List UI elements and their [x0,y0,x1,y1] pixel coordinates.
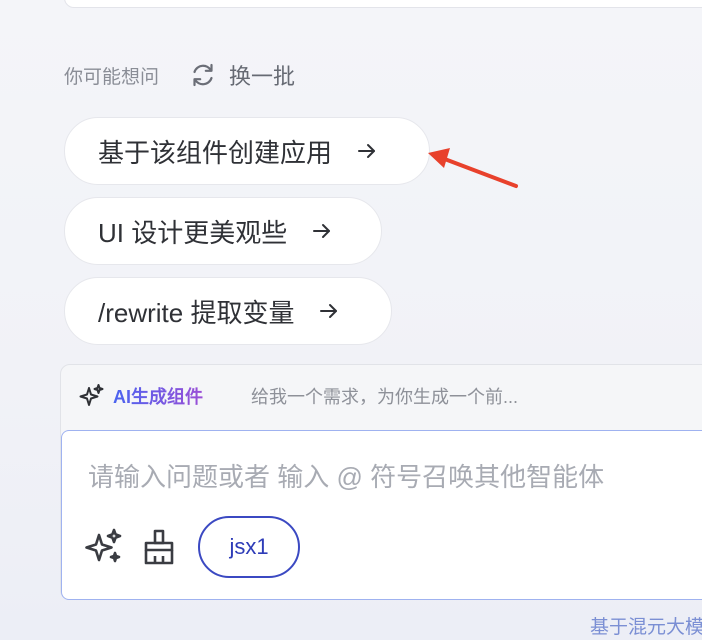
suggestion-label: 基于该组件创建应用 [98,137,333,168]
refresh-label: 换一批 [229,64,296,89]
refresh-suggestions-button[interactable]: 换一批 [189,59,295,91]
agent-bar: AI生成组件 给我一个需求，为你生成一个前... [77,379,518,413]
chat-input-placeholder: 请输入问题或者 输入 @ 符号召唤其他智能体 [88,462,605,492]
arrow-right-icon [356,140,378,162]
suggestions-title: 你可能想问 [64,66,160,88]
sparkle-icon [77,382,105,410]
ai-sparkle-icon[interactable] [82,526,124,568]
suggestion-rewrite[interactable]: /rewrite 提取变量 [64,277,392,345]
previous-message-card [64,0,702,8]
suggestion-label: /rewrite 提取变量 [98,297,295,328]
input-toolbar: jsx1 [82,515,300,579]
arrow-right-icon [318,300,340,322]
context-tag-jsx1[interactable]: jsx1 [198,516,300,578]
arrow-right-icon [311,220,333,242]
chat-input-box[interactable]: 请输入问题或者 输入 @ 符号召唤其他智能体 jsx1 [61,430,702,600]
footer-note: 基于混元大模 [590,617,702,638]
suggestions-header: 你可能想问 换一批 [64,59,295,91]
composer-panel: AI生成组件 给我一个需求，为你生成一个前... 请输入问题或者 输入 @ 符号… [60,364,702,600]
suggestion-create-app[interactable]: 基于该组件创建应用 [64,117,430,185]
refresh-icon [189,61,217,89]
suggestion-ui-design[interactable]: UI 设计更美观些 [64,197,382,265]
annotation-arrow-icon [428,148,518,188]
brush-clear-icon[interactable] [138,526,180,568]
agent-description: 给我一个需求，为你生成一个前... [251,387,519,407]
agent-name[interactable]: AI生成组件 [113,383,203,409]
suggestion-label: UI 设计更美观些 [98,217,288,248]
